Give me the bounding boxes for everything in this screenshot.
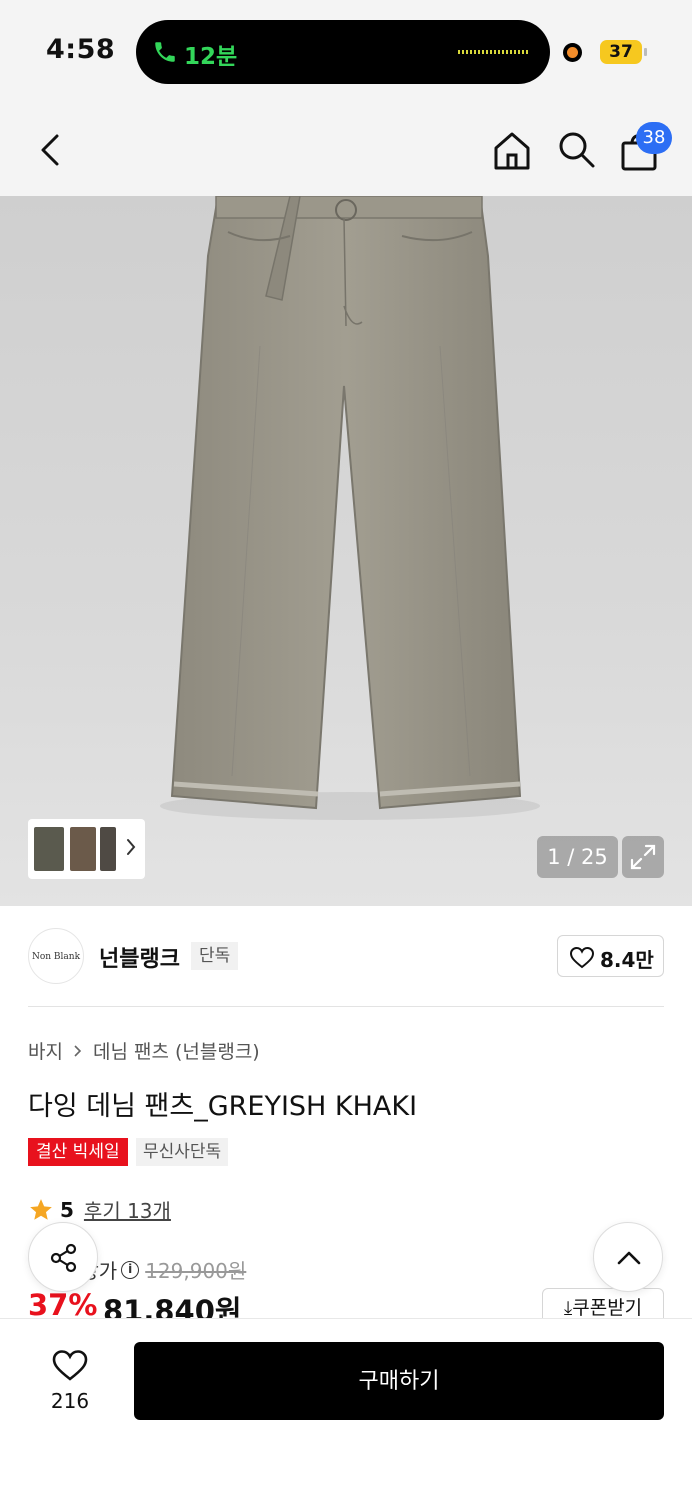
brand-name[interactable]: 넌블랭크	[99, 941, 180, 973]
status-bar: 4:58 12분 37	[0, 0, 692, 100]
back-icon[interactable]	[30, 128, 70, 172]
scroll-to-top-button[interactable]	[593, 1222, 663, 1292]
cart-count-badge: 38	[636, 122, 672, 154]
image-counter: 1 / 25	[537, 836, 618, 878]
coupon-label: 쿠폰받기	[572, 1298, 643, 1319]
review-link[interactable]: 후기 13개	[84, 1195, 171, 1224]
info-icon[interactable]: i	[121, 1260, 140, 1279]
star-icon	[30, 1198, 52, 1220]
rating-score: 5	[60, 1197, 74, 1222]
thumbnail-image[interactable]	[34, 827, 64, 871]
share-icon	[50, 1243, 77, 1273]
wishlist-count: 216	[50, 1389, 90, 1413]
breadcrumb-item[interactable]: 데님 팬츠 (넌블랭크)	[93, 1037, 260, 1064]
thumbnail-image[interactable]	[70, 827, 96, 871]
share-button[interactable]	[28, 1222, 98, 1292]
heart-icon	[569, 946, 595, 969]
brand-like-button[interactable]: 8.4만	[557, 935, 664, 977]
chevron-up-icon	[617, 1251, 641, 1265]
product-image	[160, 196, 540, 820]
chevron-right-icon[interactable]	[124, 835, 138, 859]
dynamic-island-call[interactable]: 12분	[136, 20, 550, 84]
wishlist-button[interactable]: 216	[40, 1345, 100, 1415]
buy-button[interactable]: 구매하기	[134, 1342, 664, 1420]
brand-like-count: 8.4만	[600, 948, 654, 972]
top-navigation	[0, 100, 692, 196]
discount-rate: 37%	[28, 1288, 98, 1322]
exclusive-tag: 단독	[191, 942, 239, 970]
phone-icon	[155, 42, 175, 62]
expand-button[interactable]	[622, 836, 664, 878]
battery-indicator: 37	[600, 40, 647, 64]
breadcrumb-item[interactable]: 바지	[28, 1037, 63, 1064]
home-icon[interactable]	[490, 128, 534, 172]
divider	[28, 1006, 664, 1007]
thumbnail-strip[interactable]	[28, 819, 145, 879]
product-image-gallery[interactable]	[0, 196, 692, 906]
rating-row: 5 후기 13개	[28, 1195, 171, 1224]
heart-icon	[52, 1350, 88, 1381]
chevron-right-icon	[74, 1044, 82, 1057]
sale-tag: 결산 빅세일	[28, 1138, 128, 1166]
brand-logo[interactable]: Non Blank	[28, 928, 84, 984]
bottom-action-bar: 216 구매하기	[0, 1318, 692, 1500]
status-time: 4:58	[46, 34, 116, 65]
breadcrumb: 바지 데님 팬츠 (넌블랭크)	[28, 1037, 260, 1064]
call-duration: 12분	[184, 44, 238, 70]
recording-indicator-icon	[563, 43, 582, 62]
original-price: 129,900원	[145, 1259, 247, 1283]
download-icon: ⤓	[563, 1298, 573, 1319]
thumbnail-image[interactable]	[100, 827, 116, 871]
audio-waveform-icon	[458, 50, 528, 54]
product-title: 다잉 데님 팬츠_GREYISH KHAKI	[28, 1091, 418, 1122]
exclusive-tag: 무신사단독	[136, 1138, 229, 1166]
expand-icon	[630, 844, 656, 870]
search-icon[interactable]	[555, 128, 597, 170]
